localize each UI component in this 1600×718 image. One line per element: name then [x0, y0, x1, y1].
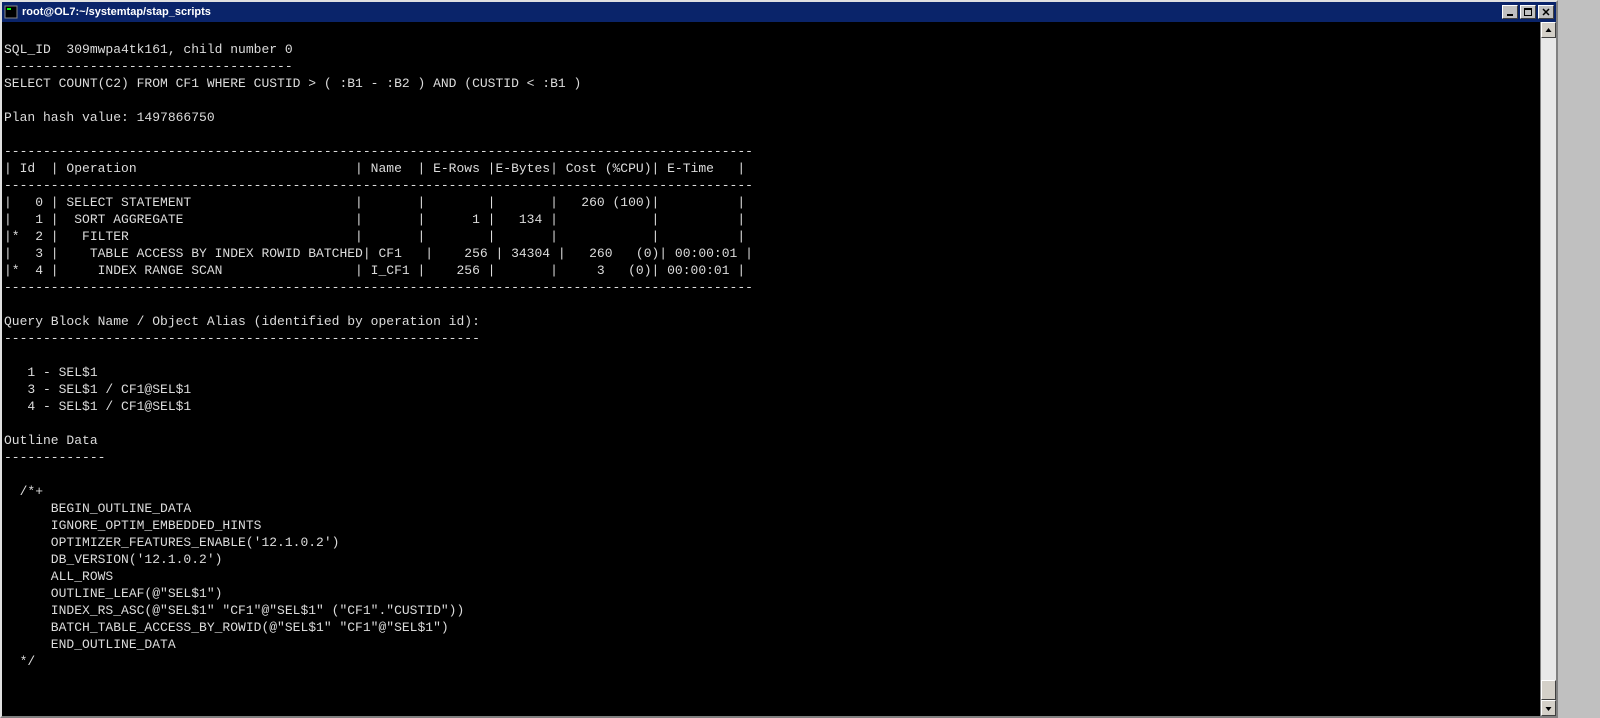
scrollbar-thumb[interactable]: [1541, 680, 1556, 700]
scroll-up-button[interactable]: [1541, 22, 1556, 38]
maximize-button[interactable]: [1520, 5, 1536, 19]
window-controls: [1502, 5, 1554, 19]
window-title: root@OL7:~/systemtap/stap_scripts: [22, 6, 1502, 18]
terminal-window: root@OL7:~/systemtap/stap_scripts SQL_ID…: [0, 0, 1558, 718]
close-button[interactable]: [1538, 5, 1554, 19]
app-icon: [4, 5, 18, 19]
content-area: SQL_ID 309mwpa4tk161, child number 0 ---…: [2, 22, 1556, 716]
vertical-scrollbar[interactable]: [1540, 22, 1556, 716]
titlebar: root@OL7:~/systemtap/stap_scripts: [2, 2, 1556, 22]
terminal-output[interactable]: SQL_ID 309mwpa4tk161, child number 0 ---…: [2, 22, 1540, 716]
scroll-down-button[interactable]: [1541, 700, 1556, 716]
minimize-button[interactable]: [1502, 5, 1518, 19]
scrollbar-track[interactable]: [1541, 38, 1556, 700]
